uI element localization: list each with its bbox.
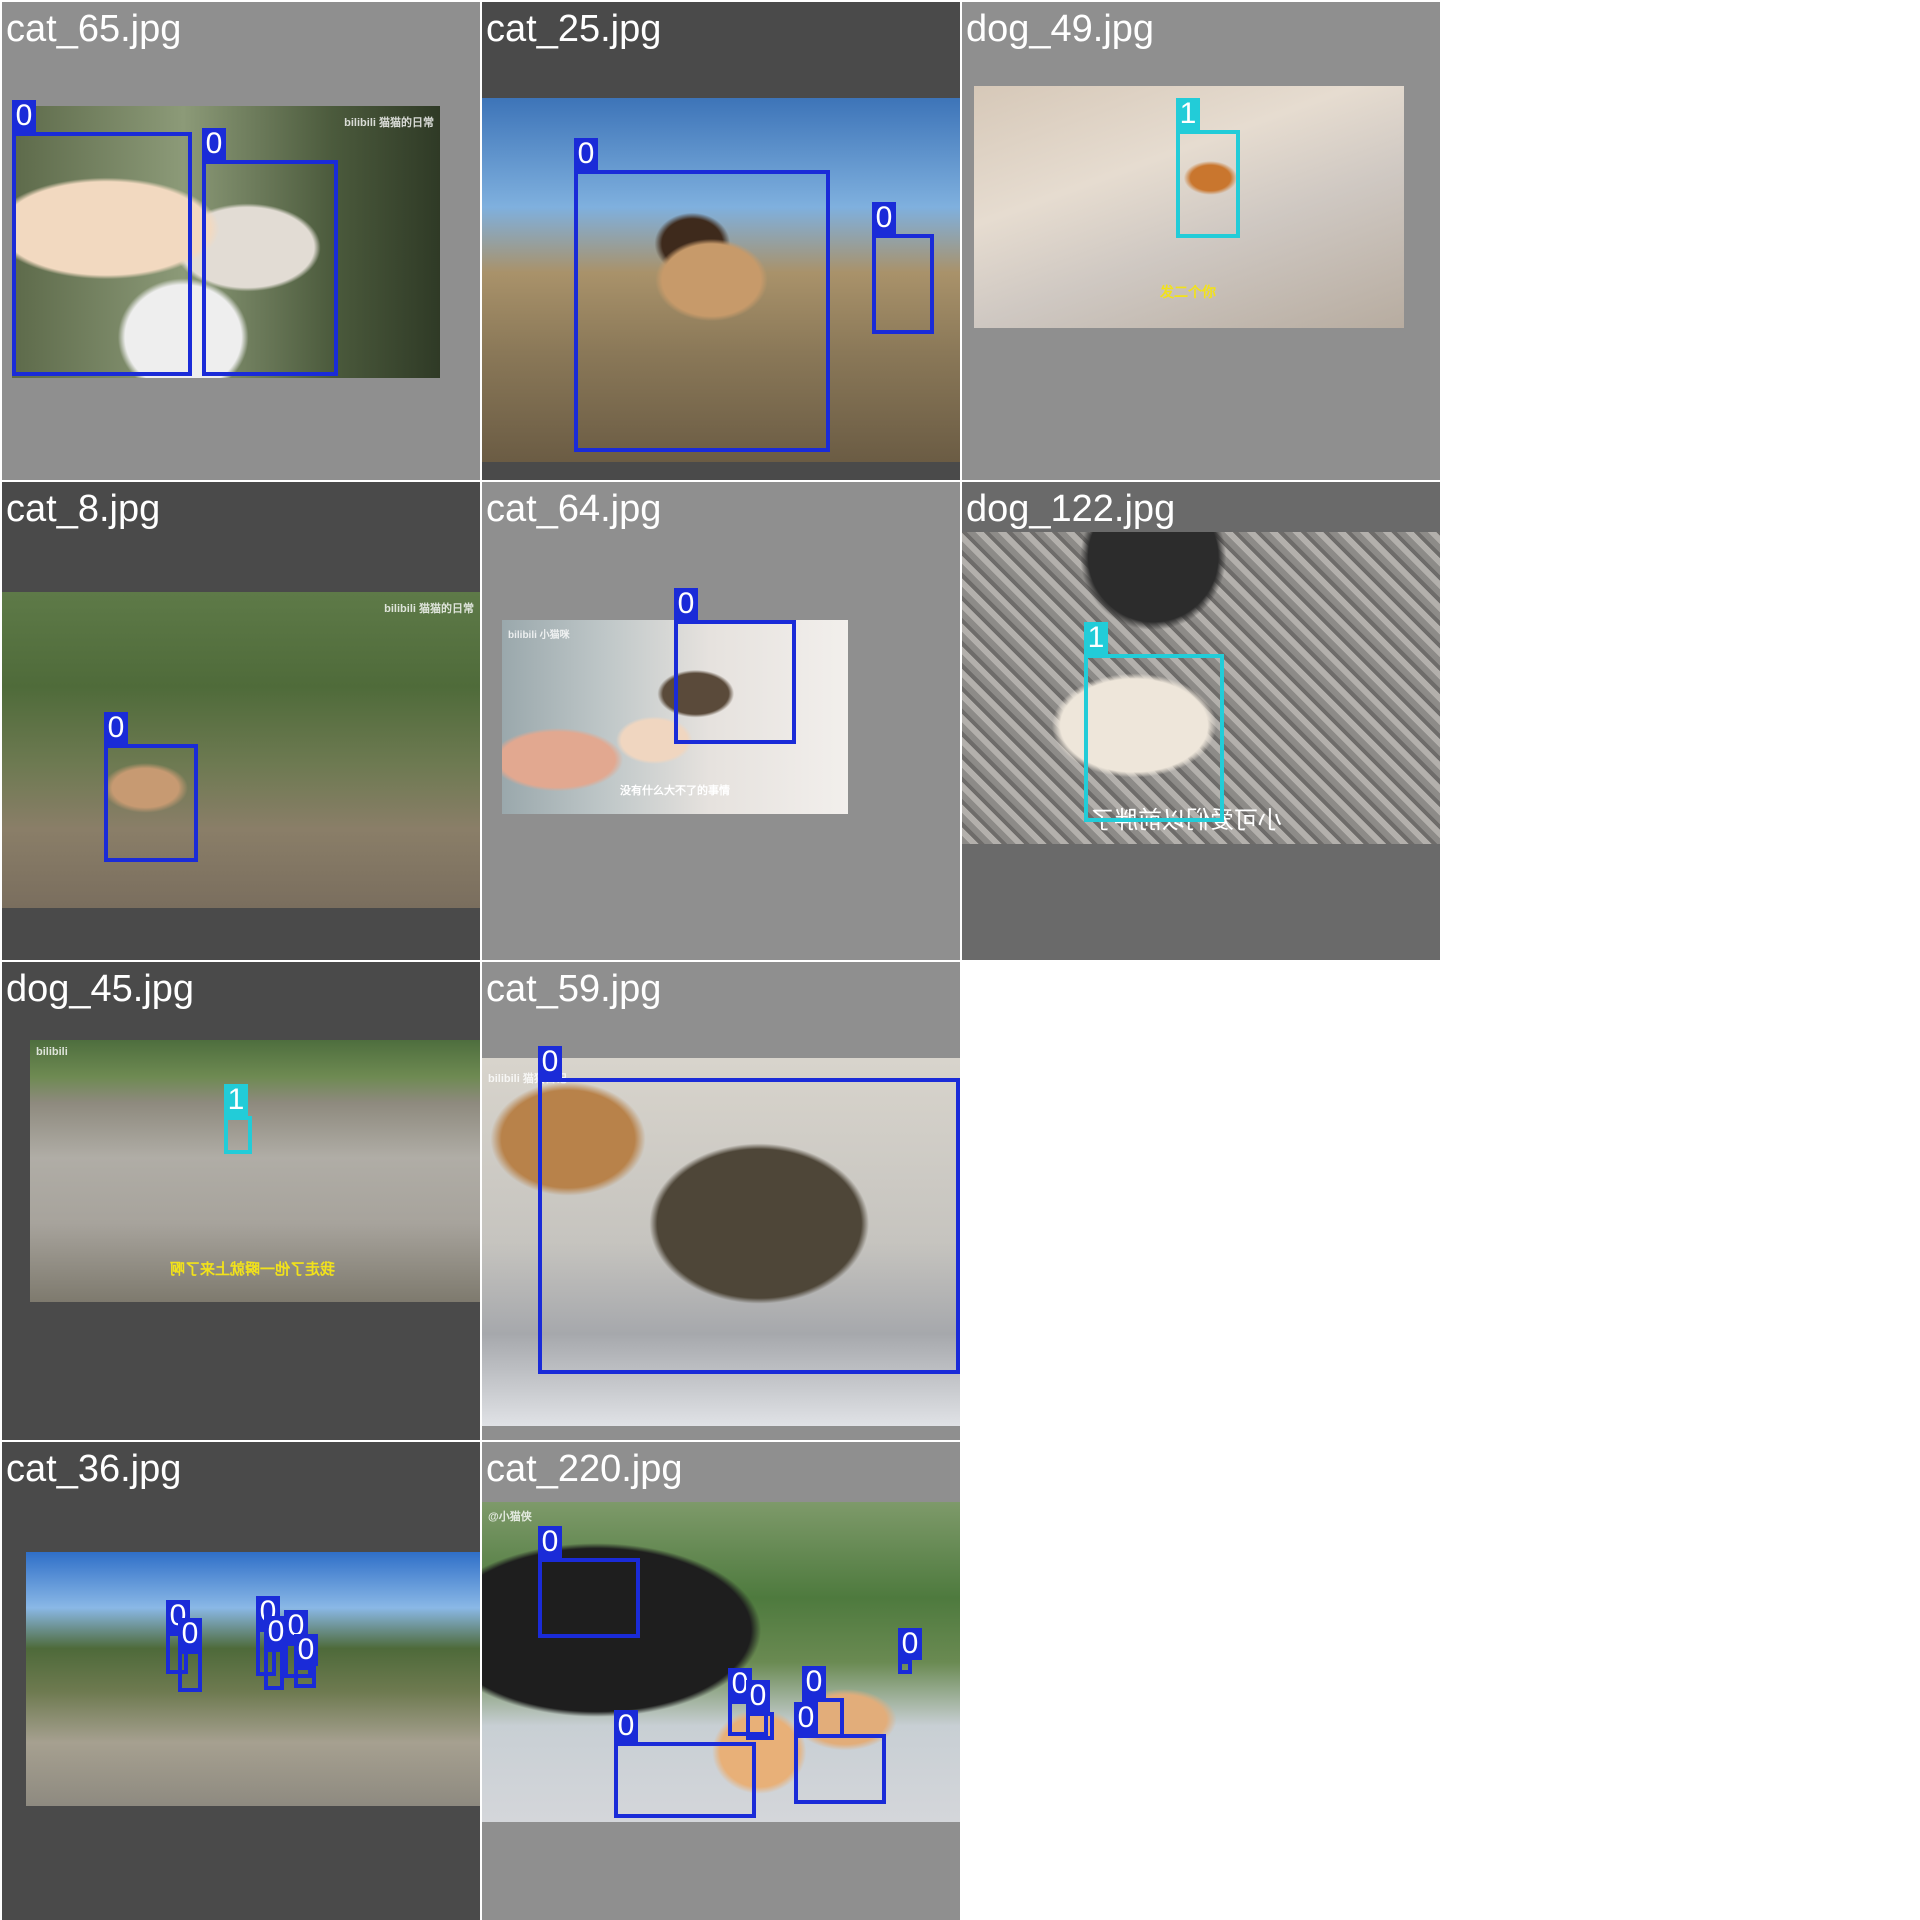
photo-dog-45: bilibili 我走了他一瞬就上来了啊: [30, 1040, 480, 1302]
detection-label: 0: [104, 712, 128, 744]
detection-box: 0: [872, 202, 934, 334]
detection-box: 0: [674, 588, 796, 744]
tile-cat-64: bilibili 小猫咪 没有什么大不了的事情 0 cat_64.jpg: [482, 482, 960, 960]
detection-label: 0: [794, 1702, 818, 1734]
photo-watermark: bilibili 猫猫的日常: [344, 117, 434, 129]
detection-box: 0: [264, 1616, 288, 1690]
tile-dog-49: 发二个你 1 dog_49.jpg: [962, 2, 1440, 480]
detection-label: 0: [872, 202, 896, 234]
photo-watermark: bilibili: [36, 1046, 68, 1058]
detection-box: 0: [178, 1618, 202, 1692]
detection-label: 1: [1084, 622, 1108, 654]
tile-filename: dog_122.jpg: [966, 488, 1176, 530]
detection-label: 0: [12, 100, 36, 132]
photo-watermark: bilibili 猫猫的日常: [384, 603, 474, 615]
tile-filename: dog_45.jpg: [6, 968, 195, 1010]
detection-label: 1: [1176, 98, 1200, 130]
tile-filename: cat_220.jpg: [486, 1448, 683, 1490]
detection-box: 0: [614, 1710, 756, 1818]
photo-cat-36: [26, 1552, 480, 1806]
detection-box: 1: [1084, 622, 1224, 822]
detection-label: 0: [178, 1618, 202, 1650]
photo-watermark: @小猫侠: [488, 1511, 532, 1523]
tile-cat-8: bilibili 猫猫的日常 0 cat_8.jpg: [2, 482, 480, 960]
tile-dog-45: bilibili 我走了他一瞬就上来了啊 1 dog_45.jpg: [2, 962, 480, 1440]
detection-label: 0: [294, 1634, 318, 1666]
tile-filename: cat_25.jpg: [486, 8, 662, 50]
detection-label: 0: [538, 1526, 562, 1558]
tile-filename: dog_49.jpg: [966, 8, 1155, 50]
detection-label: 0: [802, 1666, 826, 1698]
photo-caption: 没有什么大不了的事情: [620, 785, 730, 797]
detection-label: 0: [746, 1680, 770, 1712]
detection-box: 0: [202, 128, 338, 376]
detection-label: 0: [538, 1046, 562, 1078]
tile-cat-65: bilibili 猫猫的日常 0 0 cat_65.jpg: [2, 2, 480, 480]
detection-box: 0: [538, 1526, 640, 1638]
detection-box: 0: [12, 100, 192, 376]
tile-filename: cat_8.jpg: [6, 488, 161, 530]
detection-box: 1: [224, 1084, 252, 1154]
tile-filename: cat_59.jpg: [486, 968, 662, 1010]
detection-label: 0: [674, 588, 698, 620]
detection-box: 0: [538, 1046, 960, 1374]
detection-label: 0: [898, 1628, 922, 1660]
tile-cat-36: 0 0 0 0 0 0 cat_36.jpg: [2, 1442, 480, 1920]
tile-cat-25: 0 0 cat_25.jpg: [482, 2, 960, 480]
photo-watermark: bilibili 小猫咪: [508, 630, 570, 641]
detection-box: 0: [104, 712, 198, 862]
tile-filename: cat_36.jpg: [6, 1448, 182, 1490]
tile-filename: cat_64.jpg: [486, 488, 662, 530]
detection-label: 0: [614, 1710, 638, 1742]
detection-box: 0: [574, 138, 830, 452]
detection-box: 0: [746, 1680, 774, 1740]
detection-label: 0: [574, 138, 598, 170]
photo-caption: 发二个你: [1160, 284, 1216, 300]
detection-box: 0: [294, 1634, 318, 1688]
detection-box: 1: [1176, 98, 1240, 238]
detection-box: 0: [794, 1702, 886, 1804]
detection-label: 1: [224, 1084, 248, 1116]
photo-caption: 我走了他一瞬就上来了啊: [170, 1261, 336, 1278]
detection-box: 0: [898, 1628, 922, 1674]
detection-label: 0: [202, 128, 226, 160]
photo-cat-8: bilibili 猫猫的日常: [2, 592, 480, 908]
tile-dog-122: 小可爱们以前胖了 1 dog_122.jpg: [962, 482, 1440, 960]
tile-filename: cat_65.jpg: [6, 8, 182, 50]
mosaic-grid: bilibili 猫猫的日常 0 0 cat_65.jpg 0 0 cat_25…: [0, 0, 1920, 1920]
tile-cat-220: @小猫侠 0 0 0 0 0 0 0 cat_220.jpg: [482, 1442, 960, 1920]
tile-cat-59: bilibili 猫猫日记 0 cat_59.jpg: [482, 962, 960, 1440]
